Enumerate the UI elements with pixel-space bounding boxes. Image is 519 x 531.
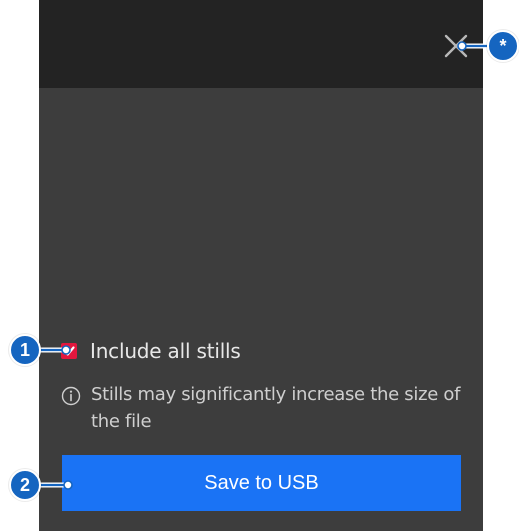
callout-badge-save: 2 bbox=[9, 469, 41, 501]
info-icon bbox=[61, 386, 81, 406]
close-button[interactable] bbox=[443, 33, 469, 59]
save-dialog-panel: Include all stills Stills may significan… bbox=[39, 0, 483, 531]
include-stills-row[interactable]: Include all stills bbox=[61, 338, 241, 364]
dialog-header bbox=[39, 0, 483, 88]
include-stills-label: Include all stills bbox=[90, 339, 241, 363]
stills-info-note: Stills may significantly increase the si… bbox=[61, 381, 471, 435]
callout-badge-close: * bbox=[487, 30, 519, 62]
save-to-usb-button[interactable]: Save to USB bbox=[62, 455, 461, 511]
callout-badge-checkbox: 1 bbox=[9, 334, 41, 366]
screenshot-stage: Include all stills Stills may significan… bbox=[0, 0, 519, 531]
info-text: Stills may significantly increase the si… bbox=[91, 384, 461, 432]
close-icon bbox=[444, 34, 468, 58]
include-stills-checkbox[interactable] bbox=[61, 343, 77, 359]
checkmark-icon bbox=[63, 346, 75, 356]
